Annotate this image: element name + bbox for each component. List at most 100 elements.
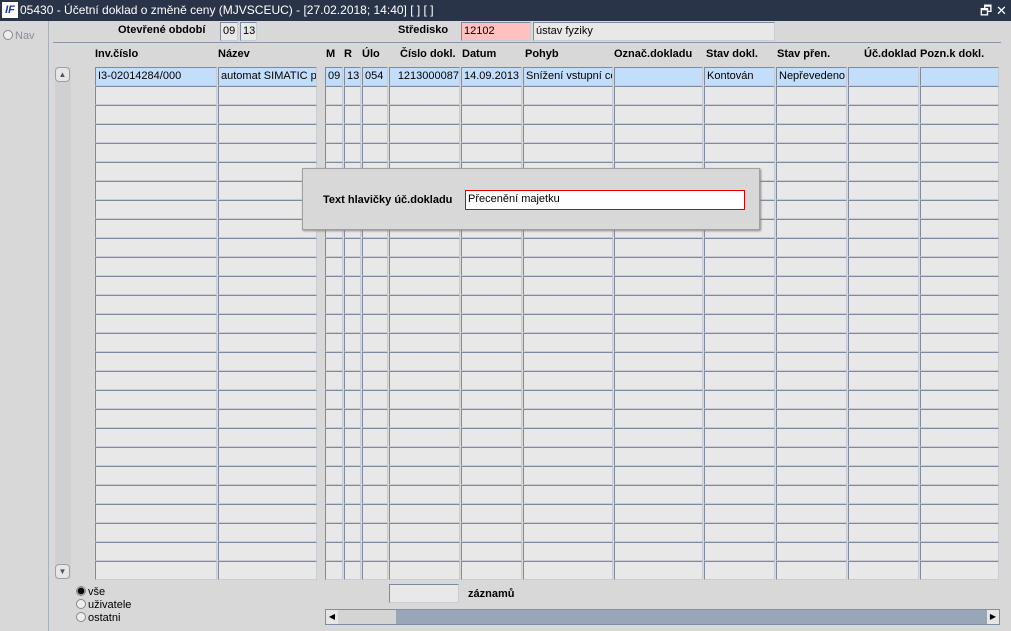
table-cell[interactable] bbox=[848, 504, 919, 523]
table-cell[interactable] bbox=[461, 428, 522, 447]
table-cell[interactable] bbox=[362, 561, 388, 580]
table-cell[interactable] bbox=[389, 86, 460, 105]
table-cell[interactable] bbox=[344, 143, 361, 162]
table-cell[interactable] bbox=[776, 542, 847, 561]
table-cell[interactable] bbox=[523, 143, 613, 162]
table-cell[interactable] bbox=[344, 238, 361, 257]
table-cell[interactable] bbox=[218, 542, 317, 561]
table-cell[interactable] bbox=[362, 428, 388, 447]
table-cell[interactable] bbox=[461, 333, 522, 352]
table-cell[interactable] bbox=[325, 542, 343, 561]
table-cell[interactable] bbox=[704, 105, 775, 124]
table-cell[interactable] bbox=[325, 276, 343, 295]
table-cell[interactable]: Nepřevedeno bbox=[776, 67, 847, 86]
table-cell[interactable] bbox=[848, 162, 919, 181]
table-cell[interactable] bbox=[614, 314, 703, 333]
table-cell[interactable] bbox=[389, 390, 460, 409]
table-cell[interactable] bbox=[362, 485, 388, 504]
table-cell[interactable] bbox=[362, 257, 388, 276]
table-cell[interactable] bbox=[776, 333, 847, 352]
table-cell[interactable] bbox=[344, 447, 361, 466]
table-cell[interactable] bbox=[848, 561, 919, 580]
vertical-scrollbar[interactable]: ▲ ▼ bbox=[55, 67, 71, 579]
table-cell[interactable] bbox=[523, 276, 613, 295]
table-cell[interactable] bbox=[325, 523, 343, 542]
table-cell[interactable] bbox=[704, 143, 775, 162]
table-cell[interactable] bbox=[614, 86, 703, 105]
table-cell[interactable] bbox=[218, 105, 317, 124]
table-cell[interactable] bbox=[389, 333, 460, 352]
table-cell[interactable] bbox=[362, 143, 388, 162]
table-cell[interactable] bbox=[848, 542, 919, 561]
table-cell[interactable] bbox=[95, 105, 217, 124]
table-cell[interactable] bbox=[461, 105, 522, 124]
table-cell[interactable] bbox=[523, 295, 613, 314]
table-cell[interactable] bbox=[344, 333, 361, 352]
table-cell[interactable] bbox=[95, 561, 217, 580]
table-cell[interactable] bbox=[848, 523, 919, 542]
table-cell[interactable] bbox=[218, 86, 317, 105]
table-cell[interactable] bbox=[95, 276, 217, 295]
table-cell[interactable] bbox=[325, 257, 343, 276]
table-cell[interactable] bbox=[95, 447, 217, 466]
table-cell[interactable] bbox=[95, 504, 217, 523]
table-cell[interactable] bbox=[218, 238, 317, 257]
table-cell[interactable] bbox=[461, 504, 522, 523]
table-cell[interactable] bbox=[614, 352, 703, 371]
table-cell[interactable] bbox=[523, 352, 613, 371]
table-cell[interactable] bbox=[461, 390, 522, 409]
table-cell[interactable] bbox=[362, 466, 388, 485]
table-cell[interactable] bbox=[523, 485, 613, 504]
table-cell[interactable] bbox=[325, 409, 343, 428]
table-cell[interactable] bbox=[776, 143, 847, 162]
table-cell[interactable] bbox=[362, 371, 388, 390]
table-cell[interactable] bbox=[614, 238, 703, 257]
table-cell[interactable] bbox=[920, 86, 999, 105]
table-cell[interactable] bbox=[614, 257, 703, 276]
table-cell[interactable] bbox=[704, 314, 775, 333]
table-cell[interactable] bbox=[920, 447, 999, 466]
table-cell[interactable] bbox=[920, 124, 999, 143]
table-cell[interactable] bbox=[848, 124, 919, 143]
table-cell[interactable] bbox=[461, 257, 522, 276]
table-cell[interactable] bbox=[920, 276, 999, 295]
table-cell[interactable] bbox=[325, 447, 343, 466]
table-cell[interactable] bbox=[776, 314, 847, 333]
table-cell[interactable] bbox=[95, 371, 217, 390]
table-cell[interactable] bbox=[218, 409, 317, 428]
table-cell[interactable]: 14.09.2013 bbox=[461, 67, 522, 86]
table-cell[interactable] bbox=[325, 314, 343, 333]
table-cell[interactable] bbox=[362, 542, 388, 561]
table-cell[interactable] bbox=[848, 447, 919, 466]
table-cell[interactable] bbox=[920, 295, 999, 314]
table-cell[interactable] bbox=[461, 447, 522, 466]
table-cell[interactable] bbox=[776, 276, 847, 295]
table-cell[interactable] bbox=[920, 428, 999, 447]
table-cell[interactable] bbox=[920, 257, 999, 276]
table-cell[interactable] bbox=[614, 466, 703, 485]
table-cell[interactable] bbox=[325, 86, 343, 105]
table-cell[interactable] bbox=[920, 162, 999, 181]
table-cell[interactable] bbox=[389, 485, 460, 504]
table-cell[interactable] bbox=[362, 105, 388, 124]
table-cell[interactable] bbox=[218, 124, 317, 143]
table-cell[interactable] bbox=[95, 181, 217, 200]
table-cell[interactable] bbox=[218, 390, 317, 409]
table-cell[interactable] bbox=[218, 257, 317, 276]
table-cell[interactable] bbox=[614, 276, 703, 295]
table-cell[interactable] bbox=[95, 238, 217, 257]
table-cell[interactable] bbox=[325, 352, 343, 371]
table-cell[interactable]: 1213000087 bbox=[389, 67, 460, 86]
table-cell[interactable] bbox=[461, 371, 522, 390]
table-cell[interactable] bbox=[614, 143, 703, 162]
table-cell[interactable] bbox=[776, 466, 847, 485]
table-cell[interactable] bbox=[344, 314, 361, 333]
table-cell[interactable] bbox=[920, 466, 999, 485]
table-cell[interactable] bbox=[776, 181, 847, 200]
table-cell[interactable] bbox=[848, 428, 919, 447]
table-cell[interactable] bbox=[848, 143, 919, 162]
table-cell[interactable] bbox=[389, 295, 460, 314]
table-cell[interactable] bbox=[704, 561, 775, 580]
table-cell[interactable] bbox=[704, 409, 775, 428]
table-cell[interactable] bbox=[95, 485, 217, 504]
